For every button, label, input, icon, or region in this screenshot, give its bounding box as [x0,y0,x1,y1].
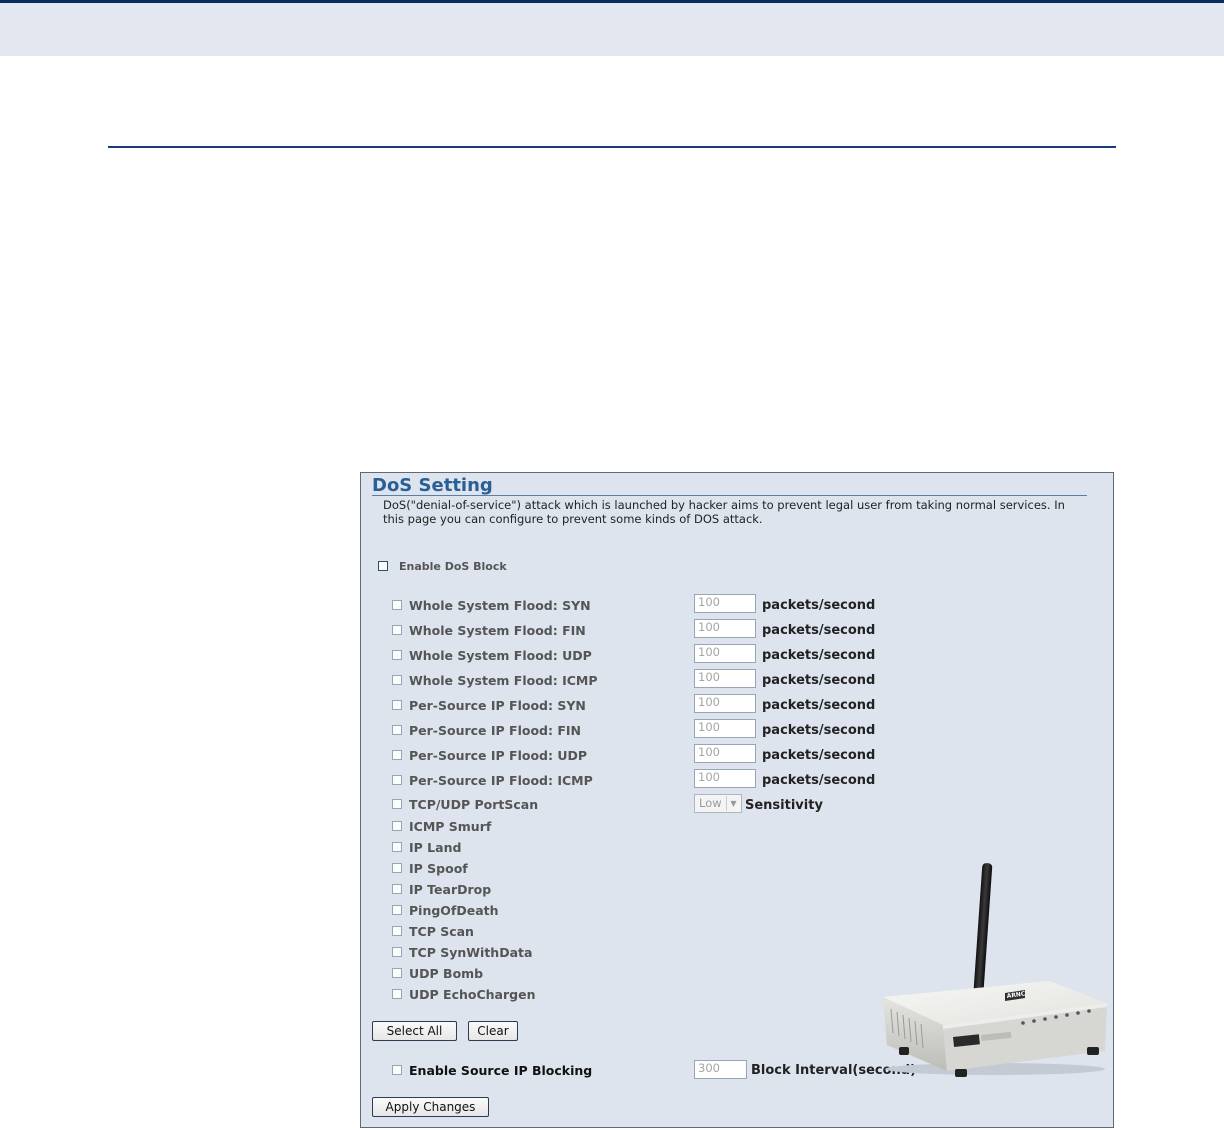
title-underline [372,495,1087,496]
flood-checkbox[interactable] [392,725,402,735]
block-interval-input[interactable]: 300 [694,1060,747,1079]
attack-checkbox[interactable] [392,884,402,894]
attack-checkbox[interactable] [392,821,402,831]
flood-checkbox[interactable] [392,600,402,610]
source-ip-blocking-checkbox[interactable] [392,1065,402,1075]
flood-checkbox[interactable] [392,700,402,710]
apply-changes-button[interactable]: Apply Changes [372,1097,489,1117]
select-all-button[interactable]: Select All [372,1021,457,1041]
section-rule [108,146,1116,148]
page-description: DoS("denial-of-service") attack which is… [383,498,1065,526]
attack-label: UDP Bomb [409,966,484,981]
flood-rate-input[interactable]: 100 [694,594,756,613]
portscan-label: TCP/UDP PortScan [409,797,539,812]
attack-label: UDP EchoChargen [409,987,536,1002]
flood-unit: packets/second [762,648,876,663]
enable-dos-block-label: Enable DoS Block [399,560,507,573]
flood-rate-input[interactable]: 100 [694,669,756,688]
header-band [0,3,1224,56]
flood-checkbox[interactable] [392,650,402,660]
enable-dos-block-checkbox[interactable] [378,561,388,571]
attack-checkbox[interactable] [392,947,402,957]
attack-checkbox[interactable] [392,926,402,936]
flood-unit: packets/second [762,598,876,613]
flood-rate-input[interactable]: 100 [694,744,756,763]
attack-checkbox[interactable] [392,968,402,978]
flood-checkbox[interactable] [392,775,402,785]
attack-label: TCP SynWithData [409,945,533,960]
clear-button[interactable]: Clear [468,1021,518,1041]
flood-rate-input[interactable]: 100 [694,694,756,713]
flood-label: Whole System Flood: UDP [409,648,592,663]
flood-unit: packets/second [762,748,876,763]
attack-checkbox[interactable] [392,989,402,999]
dos-setting-panel: DoS Setting DoS("denial-of-service") att… [360,472,1114,1128]
flood-checkbox[interactable] [392,625,402,635]
flood-unit: packets/second [762,773,876,788]
flood-label: Whole System Flood: SYN [409,598,591,613]
flood-unit: packets/second [762,723,876,738]
chevron-down-icon: ▼ [726,796,740,811]
flood-checkbox[interactable] [392,750,402,760]
attack-label: TCP Scan [409,924,474,939]
flood-checkbox[interactable] [392,675,402,685]
flood-rate-input[interactable]: 100 [694,619,756,638]
attack-checkbox[interactable] [392,863,402,873]
flood-unit: packets/second [762,673,876,688]
flood-rate-input[interactable]: 100 [694,769,756,788]
flood-label: Per-Source IP Flood: UDP [409,748,588,763]
attack-label: ICMP Smurf [409,819,492,834]
router-product-image: ARNC [883,863,1107,1077]
attack-checkbox[interactable] [392,842,402,852]
flood-label: Per-Source IP Flood: SYN [409,698,586,713]
attack-label: IP TearDrop [409,882,492,897]
page-title: DoS Setting [372,475,493,496]
flood-label: Whole System Flood: ICMP [409,673,598,688]
flood-unit: packets/second [762,623,876,638]
attack-checkbox[interactable] [392,905,402,915]
portscan-checkbox[interactable] [392,799,402,809]
flood-rate-input[interactable]: 100 [694,644,756,663]
sensitivity-select[interactable]: Low ▼ [694,794,742,813]
flood-rate-input[interactable]: 100 [694,719,756,738]
attack-label: PingOfDeath [409,903,499,918]
flood-label: Per-Source IP Flood: FIN [409,723,581,738]
flood-unit: packets/second [762,698,876,713]
source-ip-blocking-label: Enable Source IP Blocking [409,1063,593,1078]
sensitivity-value: Low [699,796,722,810]
flood-label: Whole System Flood: FIN [409,623,586,638]
sensitivity-label: Sensitivity [745,798,823,813]
attack-label: IP Spoof [409,861,468,876]
attack-label: IP Land [409,840,462,855]
flood-label: Per-Source IP Flood: ICMP [409,773,593,788]
